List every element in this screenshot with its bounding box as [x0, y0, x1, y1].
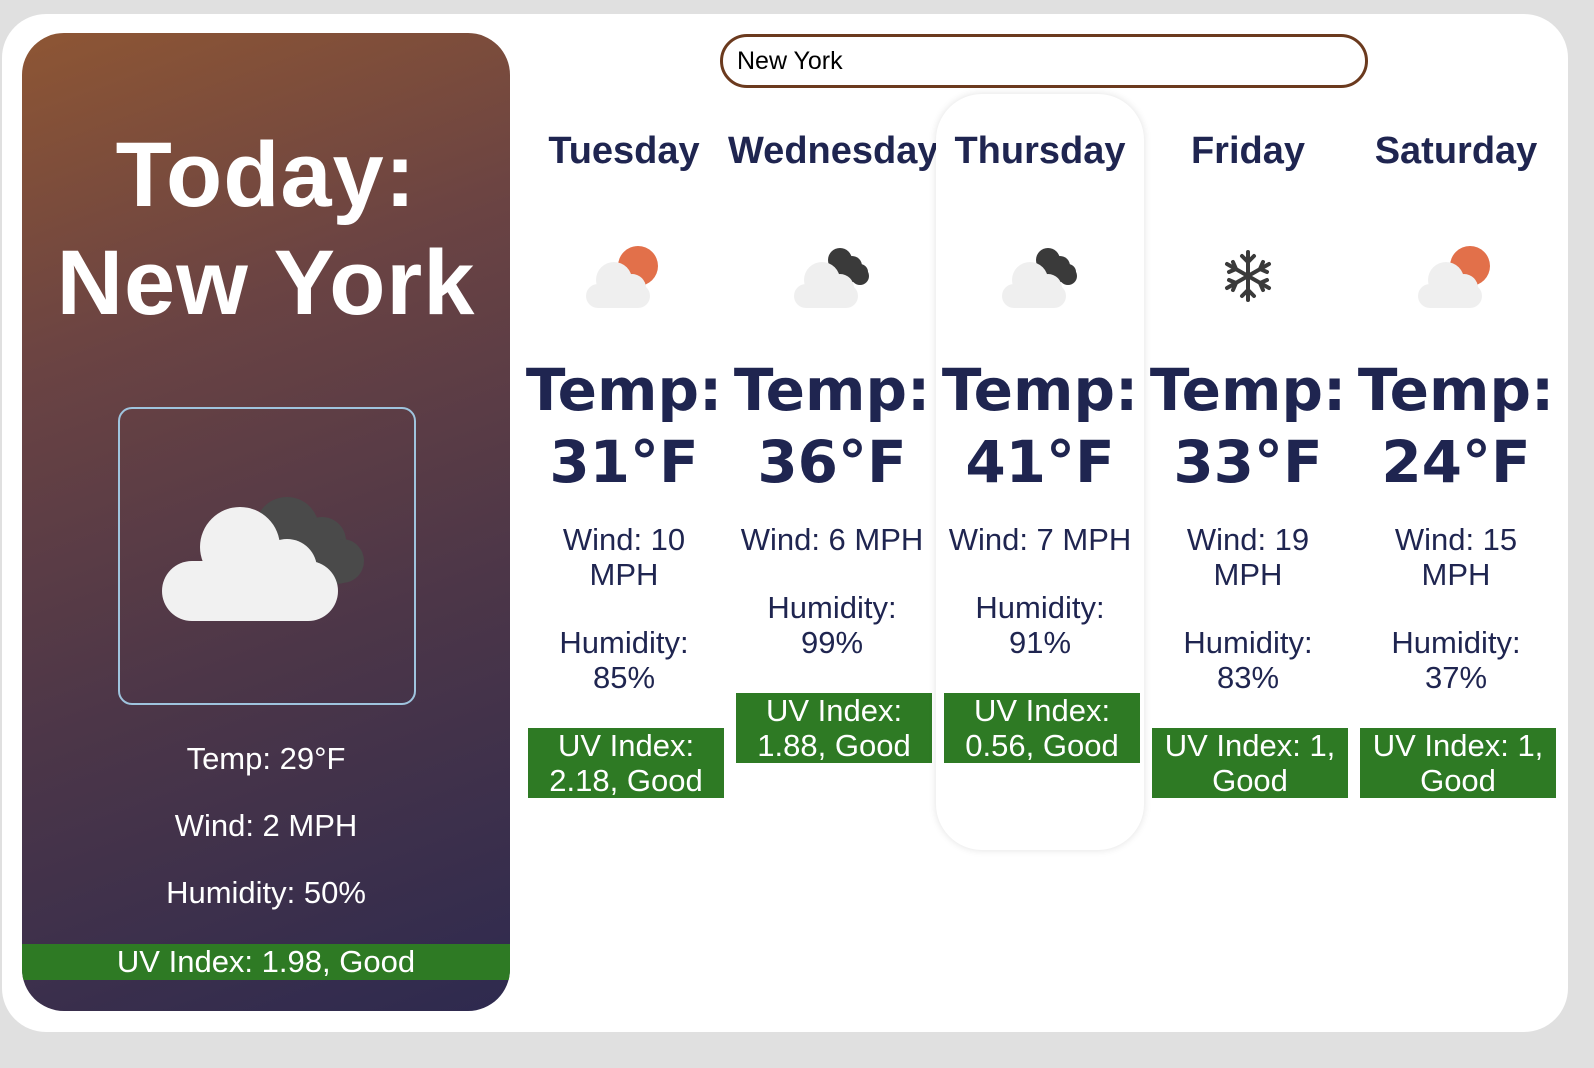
uv-line-2: Good: [1420, 763, 1496, 798]
temp-value: 31°F: [549, 428, 699, 496]
forecast-day-wednesday[interactable]: Wednesday Temp: 36°F Wind: 6 MPH Humidit…: [728, 94, 939, 850]
day-humidity: Humidity: 91%: [940, 590, 1140, 660]
today-card: Today: New York Temp: 29°F Wind: 2 MPH H: [22, 33, 510, 1011]
today-city: New York: [56, 232, 476, 334]
today-weather-icon-frame: [118, 407, 416, 705]
day-name: Saturday: [1374, 130, 1538, 172]
day-uv-index: UV Index: 1, Good: [1152, 728, 1348, 798]
cloudy-icon: [1002, 248, 1077, 308]
today-title: Today: New York: [22, 121, 510, 337]
humidity-value: 99%: [800, 625, 864, 660]
today-heading: Today:: [115, 124, 417, 226]
today-uv-index: UV Index: 1.98, Good: [22, 944, 510, 980]
temp-label: Temp:: [525, 356, 723, 424]
forecast-day-thursday[interactable]: Thursday Temp: 41°F Wind: 7 MPH Humidity…: [936, 94, 1144, 850]
humidity-value: 85%: [592, 660, 656, 695]
day-wind: Wind: 10 MPH: [524, 522, 724, 592]
forecast-day-saturday[interactable]: Saturday Temp: 24°F Wind: 15 MPH Humidit…: [1352, 94, 1560, 850]
humidity-label: Humidity:: [1183, 625, 1313, 660]
uv-line-1: UV Index: 1,: [1372, 728, 1544, 763]
temp-label: Temp:: [733, 356, 931, 424]
temp-label: Temp:: [1357, 356, 1555, 424]
day-wind: Wind: 7 MPH: [940, 522, 1140, 557]
partly-cloudy-day-icon: [586, 246, 658, 308]
wind-text: Wind: 7 MPH: [948, 522, 1132, 557]
day-name: Tuesday: [548, 130, 700, 172]
forecast-row: Tuesday Temp: 31°F Wind: 10 MPH Humidity…: [520, 94, 1560, 854]
day-uv-index: UV Index: 1.88, Good: [736, 693, 932, 763]
humidity-value: 83%: [1216, 660, 1280, 695]
day-temp: Temp: 36°F: [728, 354, 936, 498]
wind-unit: MPH: [1421, 557, 1491, 592]
wind-text: Wind: 19: [1186, 522, 1310, 557]
temp-value: 41°F: [965, 428, 1115, 496]
day-humidity: Humidity: 83%: [1148, 625, 1348, 695]
humidity-label: Humidity:: [1391, 625, 1521, 660]
uv-line-2: 2.18, Good: [549, 763, 703, 798]
wind-text: Wind: 6 MPH: [740, 522, 924, 557]
uv-line-2: 0.56, Good: [965, 728, 1119, 763]
day-wind: Wind: 19 MPH: [1148, 522, 1348, 592]
temp-value: 36°F: [757, 428, 907, 496]
temp-label: Temp:: [941, 356, 1139, 424]
cloudy-icon: [794, 248, 869, 308]
humidity-label: Humidity:: [559, 625, 689, 660]
day-name: Friday: [1190, 130, 1306, 172]
temp-value: 24°F: [1381, 428, 1531, 496]
day-temp: Temp: 31°F: [520, 354, 728, 498]
today-temp: Temp: 29°F: [186, 741, 346, 776]
cloudy-icon: [162, 497, 364, 621]
uv-line-2: 1.88, Good: [757, 728, 911, 763]
day-name: Thursday: [954, 130, 1126, 172]
uv-line-1: UV Index:: [557, 728, 695, 763]
day-temp: Temp: 41°F: [936, 354, 1144, 498]
humidity-label: Humidity:: [767, 590, 897, 625]
uv-line-1: UV Index: 1,: [1164, 728, 1336, 763]
humidity-value: 91%: [1008, 625, 1072, 660]
uv-line-1: UV Index:: [973, 693, 1111, 728]
day-temp: Temp: 33°F: [1144, 354, 1352, 498]
day-name: Wednesday: [728, 130, 939, 172]
day-wind: Wind: 15 MPH: [1356, 522, 1556, 592]
today-wind: Wind: 2 MPH: [174, 808, 358, 843]
day-uv-index: UV Index: 0.56, Good: [944, 693, 1140, 763]
weather-app: Today: New York Temp: 29°F Wind: 2 MPH H: [2, 14, 1568, 1032]
uv-line-1: UV Index:: [765, 693, 903, 728]
humidity-value: 37%: [1424, 660, 1488, 695]
wind-text: Wind: 10: [562, 522, 686, 557]
forecast-day-friday[interactable]: Friday Temp: 33°F Wind: 19 MPH Humidity:…: [1144, 94, 1352, 850]
wind-unit: MPH: [1213, 557, 1283, 592]
wind-text: Wind: 15: [1394, 522, 1518, 557]
day-wind: Wind: 6 MPH: [732, 522, 932, 557]
uv-line-2: Good: [1212, 763, 1288, 798]
temp-value: 33°F: [1173, 428, 1323, 496]
humidity-label: Humidity:: [975, 590, 1105, 625]
wind-unit: MPH: [589, 557, 659, 592]
city-search-input[interactable]: [720, 34, 1368, 88]
temp-label: Temp:: [1149, 356, 1347, 424]
day-humidity: Humidity: 85%: [524, 625, 724, 695]
day-humidity: Humidity: 37%: [1356, 625, 1556, 695]
snow-icon: [1225, 250, 1271, 302]
today-humidity: Humidity: 50%: [166, 875, 366, 910]
day-humidity: Humidity: 99%: [732, 590, 932, 660]
partly-cloudy-day-icon: [1418, 246, 1490, 308]
day-temp: Temp: 24°F: [1352, 354, 1560, 498]
day-uv-index: UV Index: 1, Good: [1360, 728, 1556, 798]
day-uv-index: UV Index: 2.18, Good: [528, 728, 724, 798]
forecast-day-tuesday[interactable]: Tuesday Temp: 31°F Wind: 10 MPH Humidity…: [520, 94, 728, 850]
